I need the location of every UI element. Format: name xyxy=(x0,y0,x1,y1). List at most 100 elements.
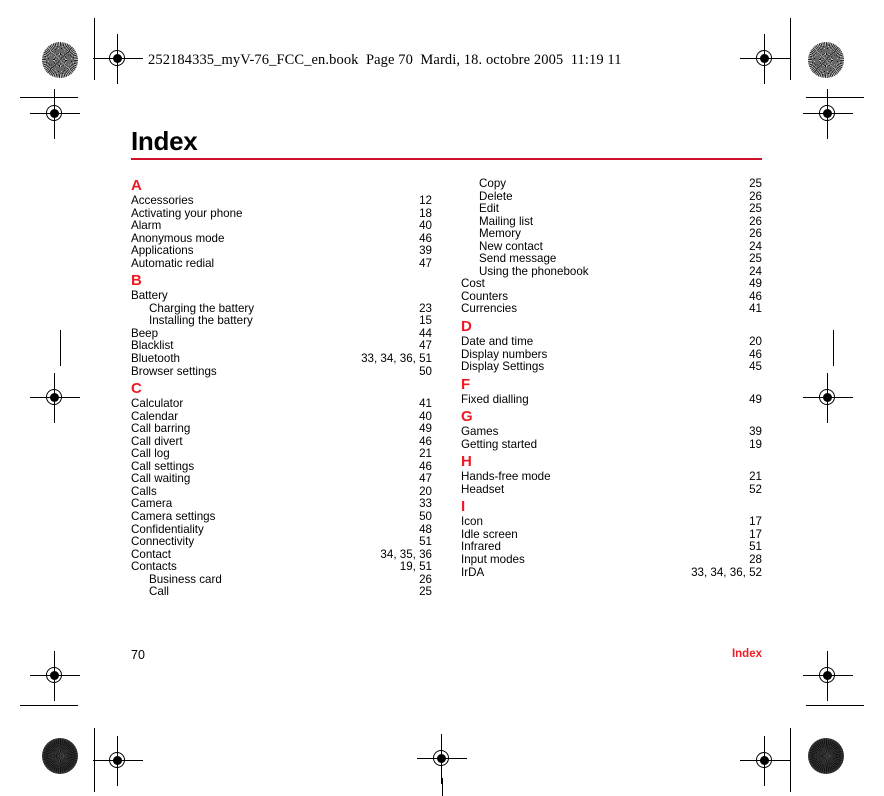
section-letter-i: I xyxy=(461,498,466,516)
index-entry[interactable]: Call log 21 xyxy=(131,448,432,461)
index-entry[interactable]: Camera settings 50 xyxy=(131,510,432,524)
index-entry-pages: 26 xyxy=(749,227,762,241)
index-entry[interactable]: Accessories 12 xyxy=(131,194,432,208)
index-entry[interactable]: Call 25 xyxy=(131,586,432,599)
crop-line-vertical-bottomright xyxy=(790,728,791,792)
index-entry[interactable]: Hands-free mode 21 xyxy=(461,471,762,484)
section-letter-c: C xyxy=(131,380,142,398)
index-entry[interactable]: Activating your phone 18 xyxy=(131,207,432,221)
index-entry-pages: 21 xyxy=(419,447,432,461)
index-entry-pages: 25 xyxy=(749,177,762,190)
registration-target-bottom-left xyxy=(93,736,143,786)
index-entry-pages: 40 xyxy=(419,219,432,233)
index-entry-pages: 39 xyxy=(749,425,762,439)
index-entry-label: Edit xyxy=(479,202,499,216)
index-entry-label: Call barring xyxy=(131,422,191,436)
section-letter-b: B xyxy=(131,272,142,290)
crop-line-horizontal-topright xyxy=(806,97,864,98)
index-entry[interactable]: Send message 25 xyxy=(461,253,762,266)
index-entry[interactable]: Getting started 19 xyxy=(461,437,762,452)
registration-target-bottom-center xyxy=(417,734,467,784)
index-entry-label: Accessories xyxy=(131,194,194,207)
index-entry[interactable]: Battery xyxy=(131,290,432,303)
index-entry[interactable]: Fixed dialling 49 xyxy=(461,392,762,407)
crop-line-vertical-right xyxy=(790,18,791,80)
index-entry[interactable]: Edit 25 xyxy=(461,203,762,216)
index-entry[interactable]: Games 39 xyxy=(461,426,762,439)
index-entry-pages: 19 xyxy=(749,437,762,451)
file-slug-line: 252184335_myV-76_FCC_en.book Page 70 Mar… xyxy=(148,52,622,68)
index-entry-label: Input modes xyxy=(461,553,525,567)
index-entry[interactable]: Installing the battery 15 xyxy=(131,315,432,328)
index-entry-pages: 45 xyxy=(749,360,762,374)
index-entry[interactable]: IrDA 33, 34, 36, 52 xyxy=(461,566,762,580)
index-entry[interactable]: Delete 26 xyxy=(461,190,762,204)
index-entry[interactable]: Connectivity 51 xyxy=(131,536,432,549)
index-entry[interactable]: Call barring 49 xyxy=(131,423,432,436)
registration-target-right-lower xyxy=(803,651,853,701)
registration-target-top-left xyxy=(93,34,143,84)
index-entry-pages: 25 xyxy=(749,252,762,266)
index-entry[interactable]: Display Settings 45 xyxy=(461,361,762,374)
pinwheel-target-bottom-left xyxy=(42,738,78,774)
page-title: Index xyxy=(131,126,198,156)
index-entry-pages: 51 xyxy=(419,535,432,549)
title-divider-rule xyxy=(131,158,762,160)
crop-line-horizontal-bottomleft xyxy=(20,705,78,706)
index-entry-label: Battery xyxy=(131,289,168,303)
index-entry[interactable]: Calls 20 xyxy=(131,485,432,499)
index-entry-pages: 12 xyxy=(419,194,432,207)
index-entry[interactable]: Currencies 41 xyxy=(461,303,762,316)
index-entry-pages: 41 xyxy=(419,397,432,411)
index-entry[interactable]: Call divert 46 xyxy=(131,435,432,449)
index-entry[interactable]: Beep 44 xyxy=(131,327,432,341)
index-entry[interactable]: Memory 26 xyxy=(461,228,762,241)
index-entry-label: Bluetooth xyxy=(131,352,180,366)
index-entry[interactable]: Input modes 28 xyxy=(461,553,762,567)
index-entry[interactable]: Automatic redial 47 xyxy=(131,256,432,271)
index-entry-pages: 47 xyxy=(419,256,432,270)
index-entry-label: Connectivity xyxy=(131,535,195,549)
registration-target-left-middle xyxy=(30,373,80,423)
index-entry[interactable]: Business card 26 xyxy=(131,572,432,587)
index-entry-pages: 33, 34, 36, 51 xyxy=(361,352,432,366)
index-entry-pages: 28 xyxy=(749,553,762,567)
index-entry-pages: 41 xyxy=(749,302,762,316)
index-entry[interactable]: Applications 39 xyxy=(131,245,432,258)
index-entry-label: Contacts xyxy=(131,560,177,574)
index-entry-pages: 49 xyxy=(419,422,432,436)
index-entry[interactable]: Alarm 40 xyxy=(131,220,432,233)
index-entry-label: Browser settings xyxy=(131,364,217,378)
index-entry[interactable]: Contacts 19, 51 xyxy=(131,561,432,574)
index-entry-label: Alarm xyxy=(131,219,162,233)
index-entry-label: Getting started xyxy=(461,437,538,451)
index-entry[interactable]: Browser settings 50 xyxy=(131,364,432,379)
index-entry[interactable]: Call waiting 47 xyxy=(131,473,432,486)
footer-section-label: Index xyxy=(731,648,762,660)
crop-line-vertical-left xyxy=(94,18,95,80)
index-entry-label: Games xyxy=(461,425,499,439)
index-entry-pages: 20 xyxy=(749,335,762,349)
index-entry-pages: 50 xyxy=(419,510,432,524)
star-target-top-left xyxy=(42,42,78,78)
registration-target-left-upper xyxy=(30,89,80,139)
index-entry-label: Display Settings xyxy=(461,360,545,374)
crop-line-bottom-center xyxy=(442,778,443,796)
index-entry-label: Call xyxy=(149,585,169,599)
star-target-top-right xyxy=(808,42,844,78)
index-entry[interactable]: Copy 25 xyxy=(461,177,762,191)
index-entry-label: Call log xyxy=(131,447,170,461)
section-letter-g: G xyxy=(461,408,473,426)
index-entry-label: Business card xyxy=(149,572,222,586)
index-entry-pages: 39 xyxy=(419,244,432,258)
index-entry[interactable]: Date and time 20 xyxy=(461,335,762,349)
index-entry-label: Currencies xyxy=(461,302,518,316)
index-entry[interactable]: Using the phonebook 24 xyxy=(461,265,762,279)
index-entry-label: Memory xyxy=(479,227,521,241)
index-entry[interactable]: Bluetooth 33, 34, 36, 51 xyxy=(131,352,432,366)
index-entry-pages: 49 xyxy=(749,392,762,406)
index-entry[interactable]: Calculator 41 xyxy=(131,398,432,411)
index-entry[interactable]: Idle screen 17 xyxy=(461,528,762,542)
index-entry[interactable]: Headset 52 xyxy=(461,483,762,497)
index-entry-pages: 25 xyxy=(749,202,762,216)
